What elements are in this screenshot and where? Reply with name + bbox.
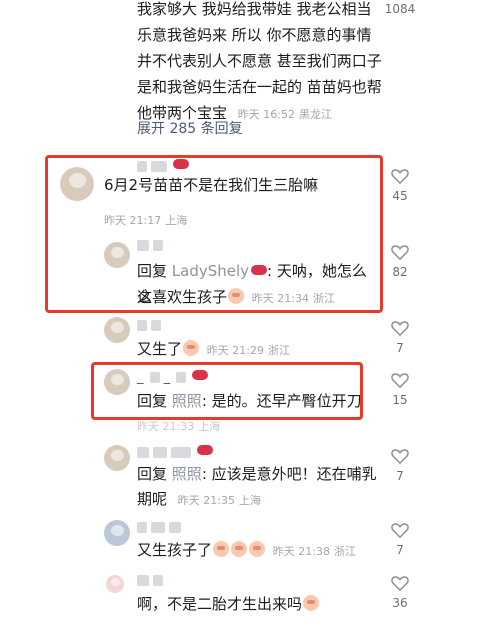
like-count: 36 [392, 596, 408, 610]
reply-text[interactable]: 回复 照照: 应该是意外吧！还在哺乳 [137, 461, 377, 487]
reply-text[interactable]: 又生孩子了 昨天 21:38 浙江 [137, 537, 356, 565]
like-button[interactable]: 7 [380, 448, 420, 483]
like-count: 15 [392, 393, 408, 407]
like-count: 1084 [384, 2, 416, 16]
heart-icon [391, 321, 409, 336]
top-comment-like[interactable]: 1084 [380, 2, 420, 16]
like-button[interactable]: 45 [380, 168, 420, 203]
like-button[interactable]: 15 [380, 372, 420, 407]
top-comment-meta: 昨天 16:52 黑龙江 [237, 108, 332, 121]
like-count: 7 [396, 341, 404, 355]
username[interactable] [137, 573, 167, 588]
heart-icon [391, 576, 409, 591]
comment-meta: 昨天 21:35 上海 [177, 494, 261, 507]
like-count: 7 [396, 469, 404, 483]
highlight-box [91, 362, 363, 420]
avatar[interactable] [106, 575, 124, 593]
like-button[interactable]: 36 [380, 575, 420, 610]
emoji-icon [213, 541, 230, 557]
heart-icon [391, 373, 409, 388]
heart-icon [391, 169, 409, 184]
mention-link[interactable]: 照照 [172, 465, 202, 483]
like-count: 7 [396, 543, 404, 557]
top-comment-text: 我家够大 我妈给我带娃 我老公相当 乐意我爸妈来 所以 你不愿意的事情 并不代表… [137, 0, 427, 128]
like-button[interactable]: 7 [380, 522, 420, 557]
username[interactable] [137, 520, 185, 535]
avatar[interactable] [104, 317, 130, 343]
expand-replies-link[interactable]: 展开 285 条回复 [137, 118, 243, 138]
emoji-icon [249, 541, 266, 557]
heart-icon [391, 523, 409, 538]
top-comment-line: 乐意我爸妈来 所以 你不愿意的事情 [137, 26, 372, 44]
comment-meta: 昨天 21:33 上海 [137, 420, 221, 433]
emoji-icon [231, 541, 248, 557]
username[interactable] [137, 318, 165, 333]
comment-meta: 昨天 21:29 浙江 [206, 344, 290, 357]
username[interactable] [137, 445, 213, 460]
heart-icon [391, 245, 409, 260]
comment-meta: 昨天 21:38 浙江 [272, 545, 356, 558]
lips-icon [197, 445, 213, 455]
avatar[interactable] [104, 520, 130, 546]
top-comment-line: 是和我爸妈生活在一起的 苗苗妈也帮 [137, 78, 382, 96]
heart-icon [391, 449, 409, 464]
reply-text-cont: 期呢 昨天 21:35 上海 [137, 490, 261, 508]
like-button[interactable]: 7 [380, 320, 420, 355]
reply-text[interactable]: 啊，不是二胎才生出来吗 [137, 591, 320, 617]
top-comment-line: 并不代表别人不愿意 甚至我们两口子 [137, 52, 382, 70]
like-count: 82 [392, 265, 408, 279]
avatar[interactable] [104, 445, 130, 471]
reply-text[interactable]: 又生了 昨天 21:29 浙江 [137, 336, 290, 364]
like-count: 45 [392, 189, 408, 203]
highlight-box [45, 155, 383, 313]
emoji-icon [303, 595, 320, 611]
like-button[interactable]: 82 [380, 244, 420, 279]
emoji-icon [183, 340, 200, 356]
